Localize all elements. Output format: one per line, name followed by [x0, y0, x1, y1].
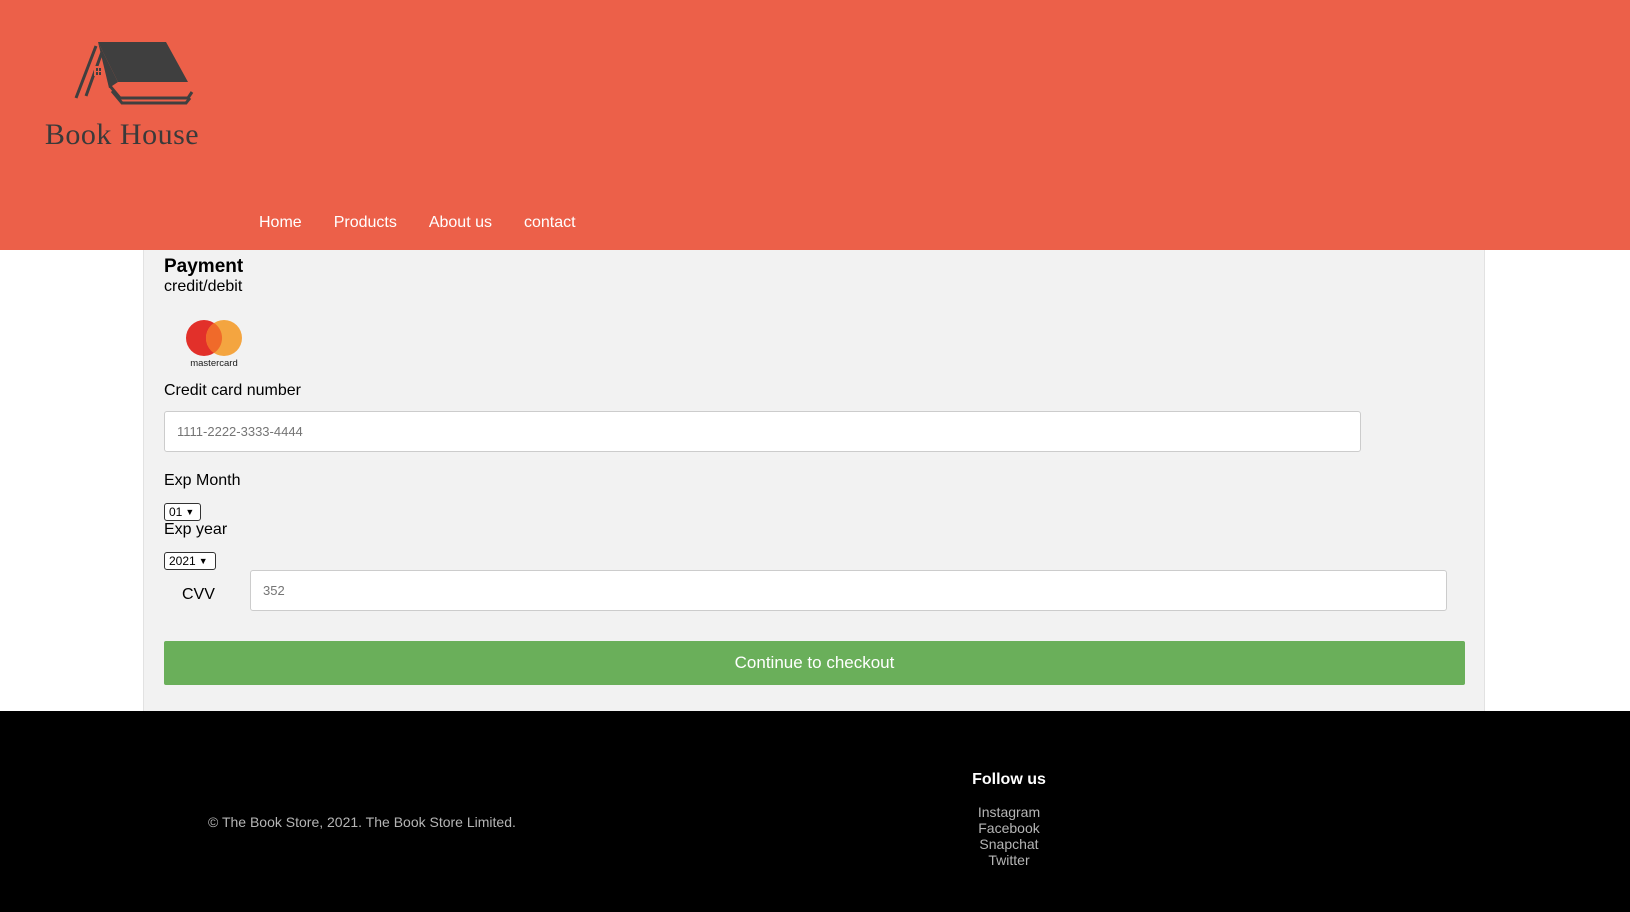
nav-contact[interactable]: contact: [508, 211, 592, 235]
brand-logo[interactable]: Book House: [20, 38, 224, 160]
site-footer: © The Book Store, 2021. The Book Store L…: [0, 711, 1630, 912]
chevron-down-icon: ▼: [185, 507, 195, 517]
mastercard-logo: mastercard: [182, 318, 246, 370]
site-header: Book House Home Products About us contac…: [0, 0, 1630, 250]
cvv-label: CVV: [182, 586, 215, 603]
main-nav: Home Products About us contact: [243, 211, 592, 235]
continue-to-checkout-button[interactable]: Continue to checkout: [164, 641, 1465, 685]
card-number-input[interactable]: [164, 411, 1361, 452]
nav-home[interactable]: Home: [243, 211, 318, 235]
payment-title: Payment: [164, 256, 244, 277]
exp-year-label: Exp year: [164, 521, 228, 538]
exp-month-value: 01: [169, 505, 183, 519]
copyright-text: © The Book Store, 2021. The Book Store L…: [208, 814, 516, 830]
nav-products[interactable]: Products: [318, 211, 413, 235]
exp-year-select[interactable]: 2021 ▼: [164, 552, 216, 570]
cvv-input[interactable]: [250, 570, 1447, 611]
social-link-facebook[interactable]: Facebook: [934, 820, 1084, 836]
mastercard-icon: [186, 320, 242, 356]
follow-us-section: Follow us Instagram Facebook Snapchat Tw…: [934, 771, 1084, 868]
exp-year-value: 2021: [169, 554, 196, 568]
house-books-icon: [74, 42, 194, 105]
follow-us-title: Follow us: [972, 771, 1046, 788]
payment-subtitle: credit/debit: [164, 278, 243, 295]
card-number-label: Credit card number: [164, 382, 301, 399]
brand-name: Book House: [44, 118, 200, 151]
exp-month-select[interactable]: 01 ▼: [164, 503, 201, 521]
exp-month-label: Exp Month: [164, 472, 241, 489]
mastercard-wordmark: mastercard: [190, 358, 238, 369]
social-link-instagram[interactable]: Instagram: [934, 804, 1084, 820]
payment-panel: Payment credit/debit mastercard Credit c…: [143, 250, 1485, 711]
social-link-snapchat[interactable]: Snapchat: [934, 836, 1084, 852]
social-link-twitter[interactable]: Twitter: [934, 852, 1084, 868]
chevron-down-icon: ▼: [198, 556, 208, 566]
nav-about-us[interactable]: About us: [413, 211, 508, 235]
